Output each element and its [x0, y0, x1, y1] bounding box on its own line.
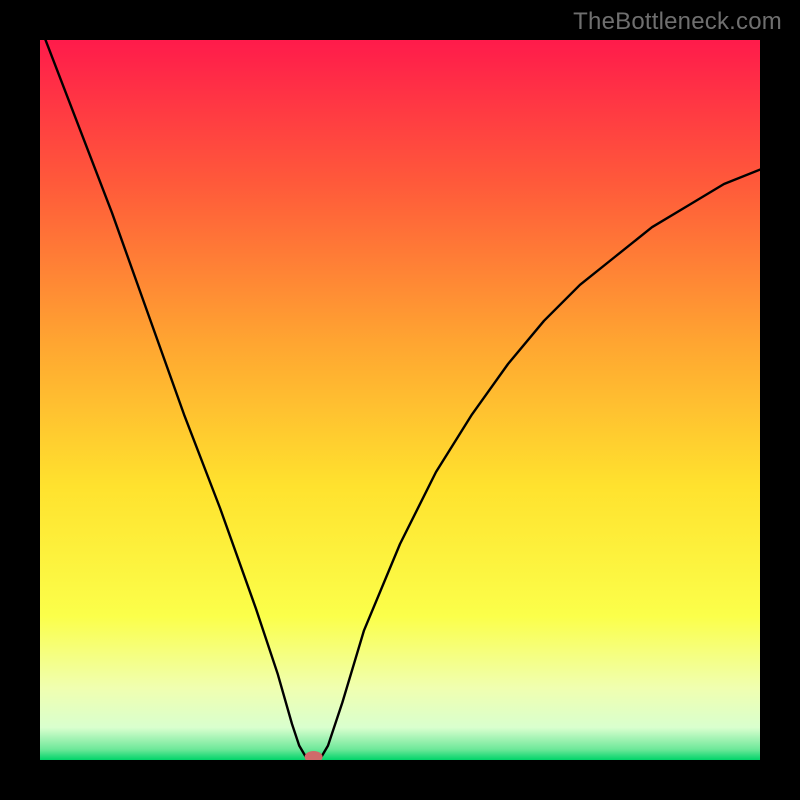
plot-area: [40, 40, 760, 760]
gradient-background: [40, 40, 760, 760]
watermark-text: TheBottleneck.com: [573, 8, 782, 36]
chart-frame: TheBottleneck.com: [0, 0, 800, 800]
bottleneck-chart: [40, 40, 760, 760]
